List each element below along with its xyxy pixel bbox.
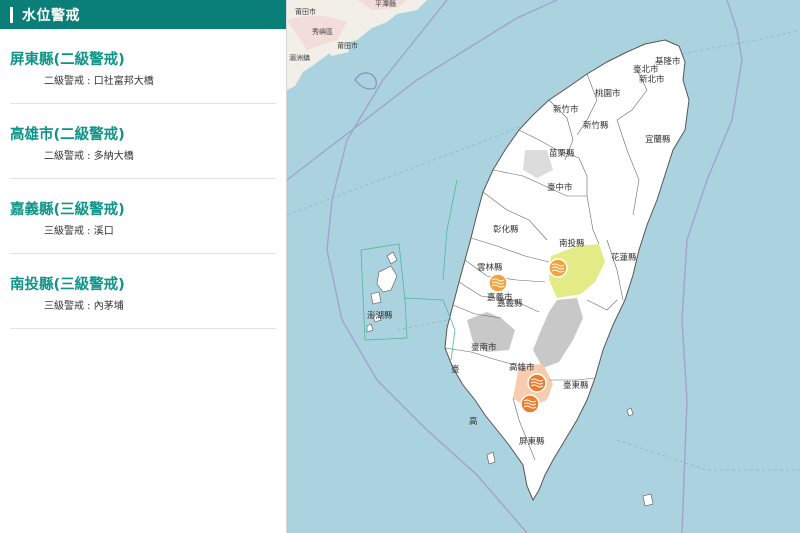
label-hualien: 花蓮縣 <box>611 252 637 263</box>
panel-title: 水位警戒 <box>22 7 80 24</box>
alert-station: 二級警戒 : 多納大橋 <box>44 151 134 162</box>
map-canvas[interactable]: 莆田市 秀嶼區 莆田市 湄洲鎮 平潭縣 基隆市 臺北市 新北市 桃園市 新竹市 … <box>287 0 800 533</box>
lanyu-island <box>642 493 654 507</box>
label-chiayi-county: 嘉義縣 <box>497 298 523 309</box>
water-marker-chiayi[interactable] <box>488 273 508 293</box>
label-yilan: 宜蘭縣 <box>645 134 671 145</box>
alert-station: 三級警戒 : 內茅埔 <box>44 301 124 312</box>
label-yunlin: 雲林縣 <box>477 262 503 273</box>
alert-county[interactable]: 南投縣(三級警戒) <box>10 276 276 294</box>
water-marker-nantou[interactable] <box>548 258 568 278</box>
label-miaoli: 苗栗縣 <box>549 148 575 159</box>
water-marker-kaohsiung[interactable] <box>527 373 547 393</box>
alert-item-kaohsiung[interactable]: 高雄市(二級警戒) 二級警戒 : 多納大橋 <box>10 104 276 179</box>
label-nantou: 南投縣 <box>559 238 585 249</box>
alert-county[interactable]: 高雄市(二級警戒) <box>10 126 276 144</box>
label-pingtan: 平潭縣 <box>375 0 396 8</box>
label-taipei: 臺北市 <box>633 64 659 75</box>
alert-county[interactable]: 屏東縣(二級警戒) <box>10 51 276 69</box>
label-putian-small: 莆田市 <box>337 41 358 50</box>
alert-county[interactable]: 嘉義縣(三級警戒) <box>10 201 276 219</box>
label-hsinchu-county: 新竹縣 <box>583 120 609 131</box>
panel-header: 水位警戒 <box>0 0 286 29</box>
label-kaohsiung: 高雄市 <box>509 362 535 373</box>
label-kaohsiung-partial: 高 <box>469 416 478 427</box>
alert-item-chiayi[interactable]: 嘉義縣(三級警戒) 三級警戒 : 溪口 <box>10 179 276 254</box>
label-changhua: 彰化縣 <box>493 224 519 235</box>
label-hsinchu-city: 新竹市 <box>553 104 579 115</box>
alert-item-nantou[interactable]: 南投縣(三級警戒) 三級警戒 : 內茅埔 <box>10 254 276 329</box>
alert-sidebar: 水位警戒 屏東縣(二級警戒) 二級警戒 : 口社富邦大橋 高雄市(二級警戒) 二… <box>0 0 287 533</box>
alert-station: 三級警戒 : 溪口 <box>44 226 114 237</box>
label-tainan: 臺南市 <box>471 342 497 353</box>
alert-station: 二級警戒 : 口社富邦大橋 <box>44 76 154 87</box>
water-marker-pingtung[interactable] <box>520 394 540 414</box>
label-keelung: 基隆市 <box>655 56 681 67</box>
label-penghu: 澎湖縣 <box>367 310 393 321</box>
label-new-taipei: 新北市 <box>639 74 665 85</box>
alert-item-pingtung[interactable]: 屏東縣(二級警戒) 二級警戒 : 口社富邦大橋 <box>10 29 276 104</box>
header-accent-bar <box>10 6 13 23</box>
label-putian: 莆田市 <box>295 7 316 16</box>
label-tainan-partial: 臺 <box>451 364 460 375</box>
map-view[interactable]: 莆田市 秀嶼區 莆田市 湄洲鎮 平潭縣 基隆市 臺北市 新北市 桃園市 新竹市 … <box>287 0 800 533</box>
label-taoyuan: 桃園市 <box>595 88 621 99</box>
label-taichung: 臺中市 <box>547 182 573 193</box>
label-huiyu: 湄洲鎮 <box>289 53 310 62</box>
label-pingtung: 屏東縣 <box>519 436 545 447</box>
label-taitung: 臺東縣 <box>563 380 589 391</box>
label-xiuyu: 秀嶼區 <box>312 27 333 36</box>
